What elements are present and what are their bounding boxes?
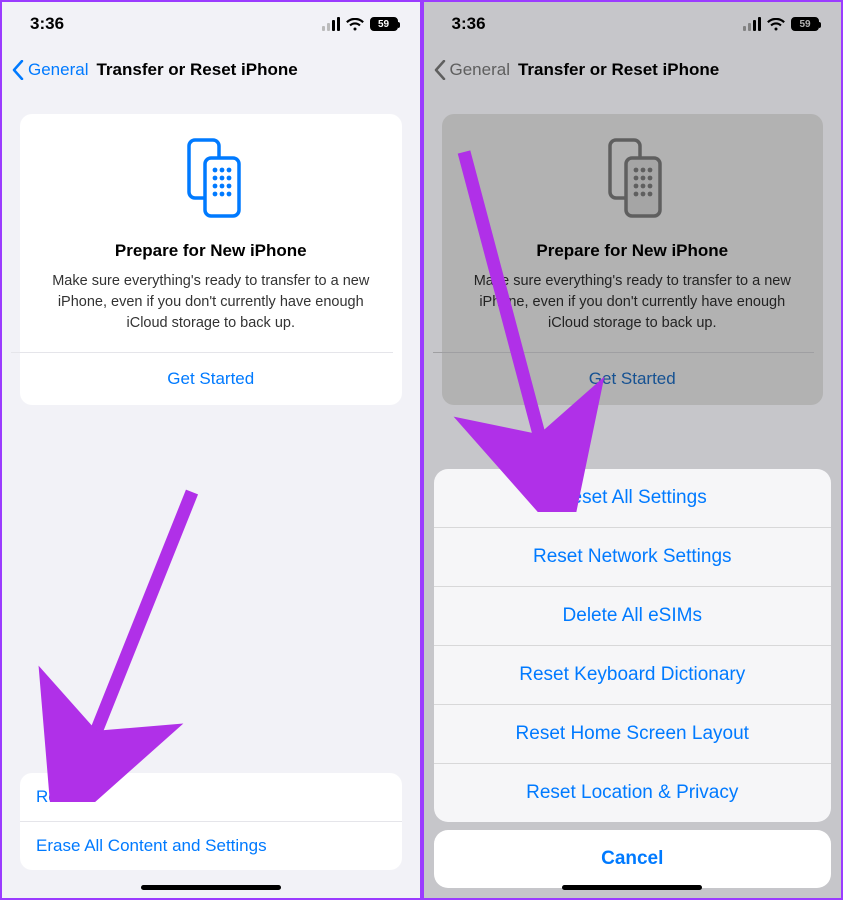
home-indicator <box>562 885 702 890</box>
reset-location-privacy-option[interactable]: Reset Location & Privacy <box>434 764 832 822</box>
nav-bar: General Transfer or Reset iPhone <box>2 46 420 94</box>
sheet-group: Reset All Settings Reset Network Setting… <box>434 469 832 822</box>
reset-keyboard-dictionary-option[interactable]: Reset Keyboard Dictionary <box>434 646 832 705</box>
reset-action-sheet: Reset All Settings Reset Network Setting… <box>434 469 832 888</box>
status-right: 59 <box>322 17 398 31</box>
delete-all-esims-option[interactable]: Delete All eSIMs <box>434 587 832 646</box>
nav-title: Transfer or Reset iPhone <box>96 60 297 80</box>
card-body: Make sure everything's ready to transfer… <box>38 271 384 352</box>
back-label: General <box>28 60 88 80</box>
prepare-card: Prepare for New iPhone Make sure everyth… <box>20 114 402 405</box>
reset-all-settings-option[interactable]: Reset All Settings <box>434 469 832 528</box>
cancel-button[interactable]: Cancel <box>434 830 832 888</box>
reset-network-settings-option[interactable]: Reset Network Settings <box>434 528 832 587</box>
reset-row[interactable]: Reset <box>20 773 402 822</box>
screenshot-left: 3:36 59 General Transfer or Reset iPhone <box>0 0 422 900</box>
content-area: Prepare for New iPhone Make sure everyth… <box>2 94 420 898</box>
two-iphones-icon <box>175 136 247 225</box>
erase-row[interactable]: Erase All Content and Settings <box>20 822 402 870</box>
home-indicator <box>141 885 281 890</box>
status-time: 3:36 <box>30 14 64 34</box>
status-bar: 3:36 59 <box>2 2 420 46</box>
screenshot-right: 3:36 59 General Transfer or Reset iPhone <box>422 0 843 900</box>
back-button[interactable]: General <box>12 60 88 80</box>
chevron-left-icon <box>12 60 24 80</box>
get-started-button[interactable]: Get Started <box>38 353 384 405</box>
wifi-icon <box>346 18 364 31</box>
battery-icon: 59 <box>370 17 398 31</box>
card-heading: Prepare for New iPhone <box>115 241 307 261</box>
reset-home-screen-layout-option[interactable]: Reset Home Screen Layout <box>434 705 832 764</box>
cellular-signal-icon <box>322 17 340 31</box>
bottom-list: Reset Erase All Content and Settings <box>20 773 402 870</box>
